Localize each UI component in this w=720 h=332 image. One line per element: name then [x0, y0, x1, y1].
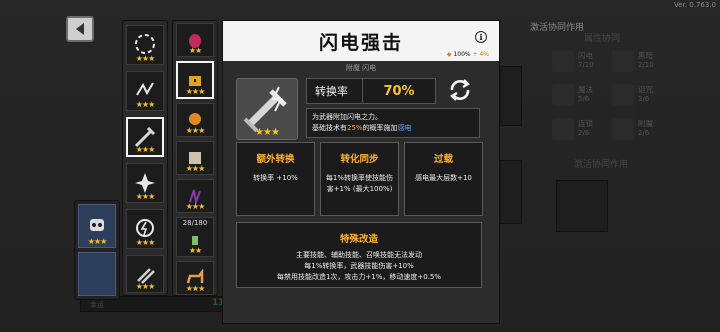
skill-slot-selected[interactable]: ★★★ — [126, 117, 164, 157]
item-slot[interactable]: ★★★ — [176, 179, 214, 213]
card-text: 感电最大层数+10 — [415, 174, 472, 182]
special-modification-card[interactable]: 特殊改造 主要技能、辅助技能、召唤技能无法发动 每1%转换率，武器技能伤害+10… — [236, 222, 482, 288]
header-stat: ◆ 100% + 4% — [446, 51, 489, 58]
item-column: ★★ ★★★ ★★★ ★★★ ★★★ 28/180 ★★ ★★★ — [172, 20, 218, 296]
skill-description: 为武器附加闪电之力。 基础技术有25%的概率施加感电 — [306, 108, 480, 138]
special-line-3: 每禁用技能改造1次，攻击力+1%，移动速度+0.5% — [276, 273, 442, 281]
skill-column-1: ★★★ ★★★ ★★★ ★★★ ★★★ ★★★ — [122, 20, 168, 296]
special-title: 特殊改造 — [339, 234, 378, 245]
card-text: 转换率 +10% — [253, 174, 298, 182]
description-line-1: 为武器附加闪电之力。 — [312, 113, 382, 121]
refresh-icon — [450, 79, 470, 101]
upgrade-card-extra-conversion[interactable]: 额外转换 转换率 +10% — [236, 142, 315, 216]
card-title: 转化同步 — [340, 154, 379, 165]
upgrade-card-overload[interactable]: 过载 感电最大层数+10 — [404, 142, 483, 216]
skill-slot[interactable]: ★★★ — [126, 163, 164, 203]
card-title: 过载 — [433, 154, 453, 165]
skill-title: 闪电强击 — [318, 31, 403, 54]
conversion-rate-box: 转换率 70% — [306, 78, 436, 104]
description-line-2: 基础技术有25%的概率施加感电 — [312, 124, 412, 132]
item-slot[interactable]: ★★ — [176, 23, 214, 57]
skill-slot[interactable]: ★★★ — [126, 71, 164, 111]
special-line-2: 每1%转换率，武器技能伤害+10% — [304, 262, 414, 270]
back-button[interactable] — [66, 16, 94, 42]
upgrade-card-conversion-sync[interactable]: 转化同步 每1%转换率使技能伤害+1% (最大100%) — [320, 142, 399, 216]
skill-icon-large: ★★★ — [236, 78, 298, 140]
skill-slot[interactable]: ★★★ — [126, 25, 164, 65]
refresh-button[interactable] — [446, 78, 474, 102]
equipped-empty-slot[interactable] — [78, 252, 116, 296]
item-slot[interactable]: ★★★ — [176, 103, 214, 137]
item-count: 28/180 — [182, 219, 208, 227]
stat-icon: ◆ — [446, 51, 452, 58]
version-label: Ver. 0.763.0 — [674, 1, 716, 9]
conversion-rate-value: 70% — [383, 83, 415, 99]
equipped-column: ★★★ — [74, 200, 120, 300]
item-slot[interactable]: ★★★ — [176, 141, 214, 175]
card-text: 每1%转换率使技能伤害+1% (最大100%) — [325, 174, 394, 193]
skill-subtitle: 附魔 闪电 — [345, 64, 377, 72]
card-title: 额外转换 — [256, 154, 295, 165]
conversion-rate-label: 转换率 — [307, 79, 363, 103]
robot-skill-icon — [90, 219, 104, 231]
equipped-skill-slot[interactable]: ★★★ — [78, 204, 116, 248]
special-line-1: 主要技能、辅助技能、召唤技能无法发动 — [296, 251, 422, 259]
skill-slot[interactable]: ★★★ — [126, 255, 164, 293]
item-slot[interactable]: ★★★ — [176, 261, 214, 295]
item-slot-counter[interactable]: 28/180 ★★ — [176, 217, 214, 257]
info-icon[interactable]: i — [475, 31, 487, 43]
skill-slot[interactable]: ★★★ — [126, 209, 164, 249]
panel-header: 闪电强击 i ◆ 100% + 4% — [223, 21, 499, 61]
back-arrow-icon — [76, 23, 84, 35]
item-slot-selected[interactable]: ★★★ — [176, 61, 214, 99]
